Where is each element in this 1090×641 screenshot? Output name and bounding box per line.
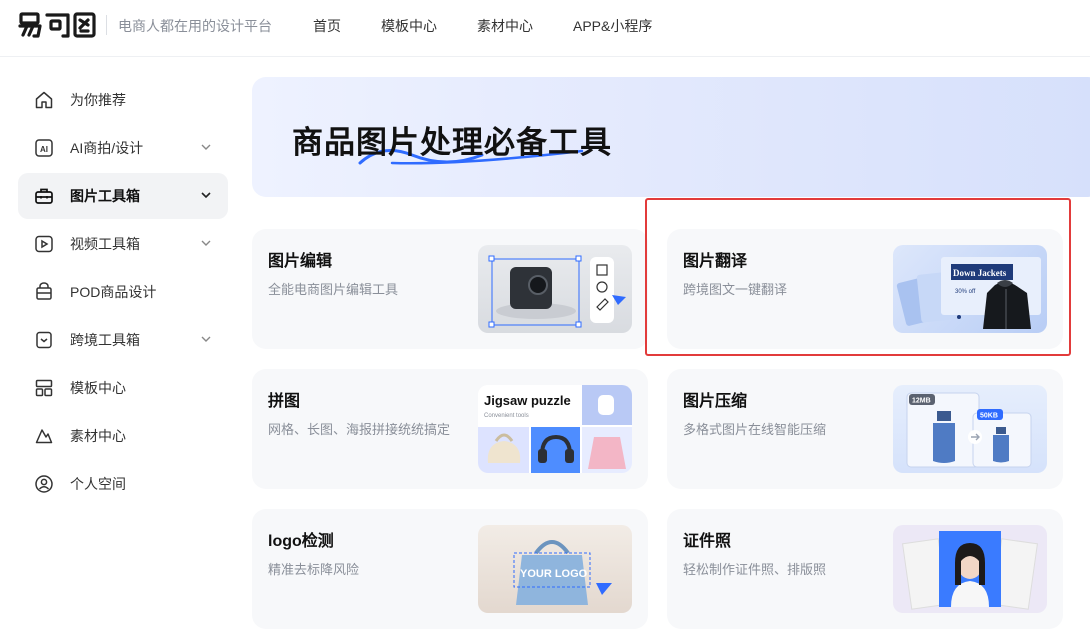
card-title: 图片翻译 <box>683 253 748 270</box>
card-title: 图片压缩 <box>683 393 748 410</box>
card-desc: 轻松制作证件照、排版照 <box>683 562 827 577</box>
sidebar-item-materials[interactable]: 素材中心 <box>18 413 228 459</box>
sidebar-item-label: 为你推荐 <box>70 92 126 108</box>
top-bar: 电商人都在用的设计平台 首页 模板中心 素材中心 APP&小程序 <box>0 0 1090 57</box>
card-title: 图片编辑 <box>268 253 333 270</box>
sidebar-item-templates[interactable]: 模板中心 <box>18 365 228 411</box>
card-desc: 全能电商图片编辑工具 <box>268 282 399 297</box>
compress-image: 12MB 50KB <box>906 392 1032 468</box>
sidebar-item-ai[interactable]: AI AI商拍/设计 <box>18 125 228 171</box>
chevron-down-icon[interactable] <box>200 189 212 201</box>
card-desc: 多格式图片在线智能压缩 <box>683 422 827 437</box>
card-title: 证件照 <box>683 533 732 550</box>
toolbox-icon <box>34 186 54 206</box>
size-before-label: 12MB <box>912 398 931 405</box>
card-desc: 跨境图文一键翻译 <box>683 282 788 297</box>
template-icon <box>34 378 54 398</box>
tool-card-image-translate[interactable]: 图片翻译 跨境图文一键翻译 Down Jackets 30% off <box>667 229 1063 349</box>
logo-mark <box>18 12 96 38</box>
sidebar-item-personal[interactable]: 个人空间 <box>18 461 228 507</box>
header-divider <box>106 15 107 35</box>
tool-card-id-photo[interactable]: 证件照 轻松制作证件照、排版照 <box>667 509 1063 629</box>
bookmark-icon <box>34 330 54 350</box>
banner-title: 商品图片处理必备工具 <box>292 125 612 160</box>
tool-card-collage[interactable]: 拼图 网格、长图、海报拼接统统搞定 Jigsaw puzzle Convenie… <box>252 369 648 489</box>
chevron-down-icon[interactable] <box>200 237 212 249</box>
material-icon <box>34 426 54 446</box>
collage-image: Jigsaw puzzle Convenient tools <box>478 385 632 473</box>
tool-card-image-edit[interactable]: 图片编辑 全能电商图片编辑工具 <box>252 229 648 349</box>
chevron-down-icon[interactable] <box>200 333 212 345</box>
main-nav: 首页 模板中心 素材中心 APP&小程序 <box>313 16 692 36</box>
sidebar-item-pod[interactable]: POD商品设计 <box>18 269 228 315</box>
id-photo-image <box>902 531 1038 610</box>
svg-text:AI: AI <box>40 145 48 154</box>
card-thumbnail: Down Jackets 30% off <box>893 245 1047 333</box>
card-thumbnail: YOUR LOGO <box>478 525 632 613</box>
thumb-logo-text: YOUR LOGO <box>520 568 588 580</box>
nav-app[interactable]: APP&小程序 <box>573 16 652 36</box>
tool-card-logo-detect[interactable]: logo检测 精准去标降风险 YOUR LOGO <box>252 509 648 629</box>
user-icon <box>34 474 54 494</box>
sidebar-item-label: 模板中心 <box>70 380 126 396</box>
hero-banner: 商品图片处理必备工具 <box>252 77 1090 197</box>
sidebar-item-label: 视频工具箱 <box>70 236 140 252</box>
thumb-subtext: 30% off <box>955 289 976 295</box>
tool-card-compress[interactable]: 图片压缩 多格式图片在线智能压缩 12MB 50KB <box>667 369 1063 489</box>
sidebar-item-video-toolbox[interactable]: 视频工具箱 <box>18 221 228 267</box>
sidebar-item-label: AI商拍/设计 <box>70 140 144 156</box>
site-logo[interactable] <box>18 11 96 39</box>
bag-icon <box>34 282 54 302</box>
home-icon <box>34 90 54 110</box>
ai-icon: AI <box>34 138 54 158</box>
nav-home[interactable]: 首页 <box>313 16 341 36</box>
jacket-translate-image: Down Jackets 30% off <box>896 257 1041 329</box>
sidebar-item-recommend[interactable]: 为你推荐 <box>18 77 228 123</box>
nav-materials[interactable]: 素材中心 <box>477 16 533 36</box>
nav-templates[interactable]: 模板中心 <box>381 16 437 36</box>
projector-image <box>488 255 626 328</box>
thumb-headline: Jigsaw puzzle <box>484 393 571 408</box>
sidebar-item-label: 个人空间 <box>70 476 126 492</box>
sidebar-item-label: 图片工具箱 <box>70 188 140 204</box>
size-after-label: 50KB <box>980 413 998 420</box>
sidebar-item-label: 素材中心 <box>70 428 126 444</box>
card-title: 拼图 <box>268 393 301 410</box>
handbag-logo-image: YOUR LOGO <box>513 540 612 605</box>
card-thumbnail: 12MB 50KB <box>893 385 1047 473</box>
sidebar-item-crossborder[interactable]: 跨境工具箱 <box>18 317 228 363</box>
video-icon <box>34 234 54 254</box>
card-thumbnail <box>478 245 632 333</box>
chevron-down-icon[interactable] <box>200 141 212 153</box>
card-thumbnail: Jigsaw puzzle Convenient tools <box>478 385 632 473</box>
card-desc: 精准去标降风险 <box>268 562 360 577</box>
thumb-subtext: Convenient tools <box>484 413 529 419</box>
sidebar-item-image-toolbox[interactable]: 图片工具箱 <box>18 173 228 219</box>
sidebar-item-label: POD商品设计 <box>70 284 157 300</box>
sidebar-item-label: 跨境工具箱 <box>70 332 140 348</box>
card-thumbnail <box>893 525 1047 613</box>
thumb-headline: Down Jackets <box>953 268 1007 278</box>
card-title: logo检测 <box>268 533 334 550</box>
card-desc: 网格、长图、海报拼接统统搞定 <box>268 422 451 437</box>
sidebar: 为你推荐 AI AI商拍/设计 图片工具箱 视频工具箱 POD商品设计 跨境工具… <box>18 77 228 509</box>
slogan: 电商人都在用的设计平台 <box>118 18 272 34</box>
